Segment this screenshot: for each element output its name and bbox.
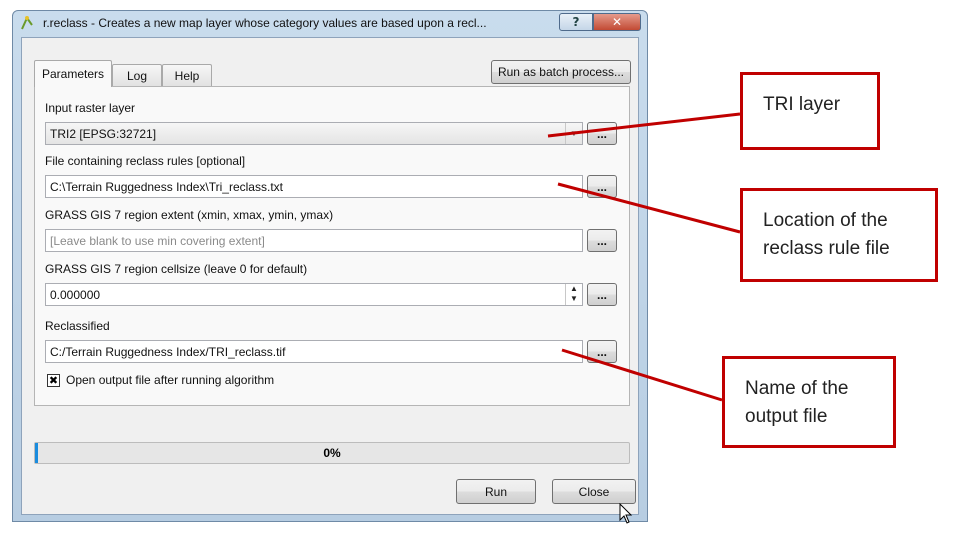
close-button[interactable]: Close [552,479,636,504]
input-raster-browse-button[interactable]: ... [587,122,617,145]
spin-arrows[interactable]: ▲ ▼ [565,284,582,305]
parameters-panel: Input raster layer TRI2 [EPSG:32721] ▼ .… [34,86,630,406]
input-raster-label: Input raster layer [45,101,136,115]
cellsize-value: 0.000000 [50,287,101,302]
close-title-button[interactable]: ✕ [593,13,641,31]
reclass-rules-label: File containing reclass rules [optional] [45,154,246,168]
annotation-rule-file-line2: reclass rule file [763,238,890,259]
reclass-rules-browse-button[interactable]: ... [587,175,617,198]
progress-bar: 0% [34,442,630,464]
input-raster-select[interactable]: TRI2 [EPSG:32721] ▼ [45,122,583,145]
output-file-value: C:/Terrain Ruggedness Index/TRI_reclass.… [50,344,286,359]
chevron-down-icon: ▼ [565,123,582,144]
spin-down-icon[interactable]: ▼ [566,294,582,304]
input-raster-value: TRI2 [EPSG:32721] [50,126,157,141]
spin-up-icon[interactable]: ▲ [566,284,582,294]
cellsize-spinbox[interactable]: 0.000000 ▲ ▼ [45,283,583,306]
reclass-dialog: r.reclass - Creates a new map layer whos… [12,10,648,522]
tab-parameters[interactable]: Parameters [34,60,112,87]
dialog-body: Parameters Log Help Run as batch process… [21,37,639,515]
annotation-tri-layer: TRI layer [740,72,880,150]
annotation-rule-file: Location of the reclass rule file [740,188,938,282]
open-output-label: Open output file after running algorithm [66,373,275,387]
window-title: r.reclass - Creates a new map layer whos… [43,16,487,30]
cellsize-browse-button[interactable]: ... [587,283,617,306]
region-extent-browse-button[interactable]: ... [587,229,617,252]
question-icon: ? [572,15,580,29]
reclassified-label: Reclassified [45,319,110,333]
region-extent-label: GRASS GIS 7 region extent (xmin, xmax, y… [45,208,334,222]
help-title-button[interactable]: ? [559,13,593,31]
qgis-icon [21,16,33,30]
title-bar[interactable]: r.reclass - Creates a new map layer whos… [13,11,647,37]
annotation-output-file: Name of the output file [722,356,896,448]
annotation-output-line2: output file [745,406,828,427]
progress-text: 0% [323,446,341,460]
output-file-browse-button[interactable]: ... [587,340,617,363]
open-output-checkbox[interactable]: ✖ [47,374,60,387]
run-batch-button[interactable]: Run as batch process... [491,60,631,84]
reclass-rules-value: C:\Terrain Ruggedness Index\Tri_reclass.… [50,179,283,194]
region-extent-placeholder: [Leave blank to use min covering extent] [50,233,265,248]
cellsize-label: GRASS GIS 7 region cellsize (leave 0 for… [45,262,308,276]
annotation-tri-layer-text: TRI layer [763,94,841,115]
region-extent-input[interactable]: [Leave blank to use min covering extent] [45,229,583,252]
annotation-rule-file-line1: Location of the [763,210,888,231]
annotation-output-line1: Name of the [745,378,849,399]
output-file-input[interactable]: C:/Terrain Ruggedness Index/TRI_reclass.… [45,340,583,363]
close-icon: ✕ [611,15,623,29]
tab-log[interactable]: Log [112,64,162,86]
run-button[interactable]: Run [456,479,536,504]
tab-help[interactable]: Help [162,64,212,86]
reclass-rules-input[interactable]: C:\Terrain Ruggedness Index\Tri_reclass.… [45,175,583,198]
mouse-cursor-icon [619,503,633,524]
